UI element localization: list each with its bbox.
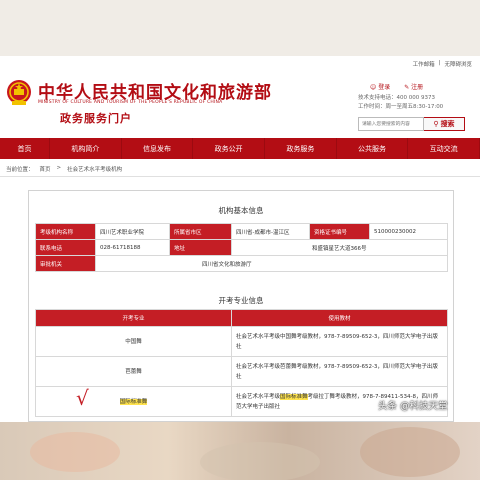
- search-bar: ⚲ 搜索: [358, 117, 465, 131]
- watermark: 头条 @科技天堂: [378, 401, 448, 412]
- nav-item-disclosure[interactable]: 政务公开: [193, 138, 266, 159]
- table-cell: 所属省市区: [169, 223, 232, 240]
- nav-item-public[interactable]: 公共服务: [337, 138, 409, 159]
- table-row: 考级机构名称 四川艺术职业学院 所属省市区 四川省-成都市-温江区 资格证书编号…: [35, 223, 448, 240]
- table-cell: 四川省-成都市-温江区: [231, 223, 310, 240]
- major-material: 社会艺术水平考级芭蕾舞考级教材，978-7-89509-652-3，四川师范大学…: [231, 356, 448, 387]
- table-cell: 考级机构名称: [35, 223, 96, 240]
- nav-item-services[interactable]: 政务服务: [265, 138, 337, 159]
- national-emblem-icon: [7, 80, 31, 105]
- nav-item-interaction[interactable]: 互动交流: [408, 138, 480, 159]
- major-name-cell: 国际标准舞: [35, 386, 232, 417]
- breadcrumb-separator: >: [56, 165, 62, 171]
- highlighted-major: 国际标准舞: [119, 398, 148, 405]
- backdrop-top: [0, 0, 480, 56]
- nav-item-home[interactable]: 首页: [0, 138, 50, 159]
- nav-item-news[interactable]: 信息发布: [122, 138, 194, 159]
- login-label: 登录: [378, 84, 391, 91]
- breadcrumb-current: 社会艺术水平考级机构: [67, 167, 123, 173]
- table-cell: 审批机关: [35, 255, 96, 272]
- nav-item-about[interactable]: 机构简介: [50, 138, 122, 159]
- table-header-row: 开考专业 使用教材: [35, 309, 448, 327]
- main-nav: 首页 机构简介 信息发布 政务公开 政务服务 公共服务 互动交流: [0, 138, 480, 159]
- register-link[interactable]: ✎ 注册: [404, 82, 423, 91]
- portal-title: 政务服务门户: [60, 112, 132, 125]
- table-row: 芭蕾舞 社会艺术水平考级芭蕾舞考级教材，978-7-89509-652-3，四川…: [35, 356, 448, 387]
- table-row: 审批机关 四川省文化和旅游厅: [35, 255, 448, 272]
- breadcrumb: 当前位置： 首页 > 社会艺术水平考级机构: [6, 165, 122, 173]
- login-link[interactable]: ☺ 登录: [370, 82, 390, 91]
- table-cell: 四川省文化和旅游厅: [95, 255, 448, 272]
- basic-info-table: 考级机构名称 四川艺术职业学院 所属省市区 四川省-成都市-温江区 资格证书编号…: [35, 223, 448, 272]
- major-material: 社会艺术水平考级中国舞考级教材，978-7-89509-652-3，四川师范大学…: [231, 326, 448, 357]
- detail-panel: 机构基本信息 考级机构名称 四川艺术职业学院 所属省市区 四川省-成都市-温江区…: [28, 190, 454, 422]
- search-button[interactable]: ⚲ 搜索: [424, 117, 465, 131]
- search-icon: ⚲: [433, 120, 439, 128]
- edit-icon: ✎: [404, 84, 410, 91]
- backdrop-bottom: [0, 422, 480, 480]
- table-cell: 028-61718188: [95, 239, 170, 256]
- ministry-title-en: MINISTRY OF CULTURE AND TOURISM OF THE P…: [38, 100, 223, 105]
- utility-links: 工作邮箱 | 无障碍浏览: [413, 60, 472, 68]
- table-cell: 资格证书编号: [309, 223, 370, 240]
- material-prefix: 社会艺术水平考级: [236, 393, 281, 400]
- table-row: 联系电话 028-61718188 地址 和盛镇星艺大道366号: [35, 239, 448, 256]
- breadcrumb-divider: [0, 176, 480, 177]
- register-label: 注册: [411, 84, 424, 91]
- material-highlight: 国际标准舞: [280, 393, 308, 400]
- breadcrumb-prefix: 当前位置：: [6, 167, 34, 173]
- table-cell: 和盛镇星艺大道366号: [231, 239, 448, 256]
- major-name: 芭蕾舞: [35, 356, 232, 387]
- user-icon: ☺: [370, 84, 377, 91]
- majors-title: 开考专业信息: [218, 296, 264, 305]
- basic-info-title: 机构基本信息: [218, 206, 264, 215]
- table-cell: 510000230002: [369, 223, 448, 240]
- table-cell: 地址: [169, 239, 232, 256]
- column-header: 使用教材: [231, 309, 448, 327]
- divider: |: [438, 60, 441, 66]
- accessibility-link[interactable]: 无障碍浏览: [444, 60, 472, 68]
- checkmark-annotation: √: [76, 386, 89, 410]
- search-input[interactable]: [358, 117, 424, 131]
- hotline-hours: 工作时间：周一至周五8:30-17:00: [358, 104, 444, 110]
- account-links: ☺ 登录 ✎ 注册: [370, 82, 423, 91]
- table-row: 中国舞 社会艺术水平考级中国舞考级教材，978-7-89509-652-3，四川…: [35, 326, 448, 357]
- column-header: 开考专业: [35, 309, 232, 327]
- hotline-phone: 技术支持电话：400 000 9373: [358, 95, 435, 101]
- search-button-label: 搜索: [440, 120, 455, 128]
- hotline-info: 技术支持电话：400 000 9373 工作时间：周一至周五8:30-17:00: [358, 94, 443, 112]
- work-mail-link[interactable]: 工作邮箱: [413, 60, 435, 68]
- breadcrumb-home[interactable]: 首页: [40, 165, 51, 173]
- table-cell: 四川艺术职业学院: [95, 223, 170, 240]
- table-cell: 联系电话: [35, 239, 96, 256]
- major-name: 中国舞: [35, 326, 232, 357]
